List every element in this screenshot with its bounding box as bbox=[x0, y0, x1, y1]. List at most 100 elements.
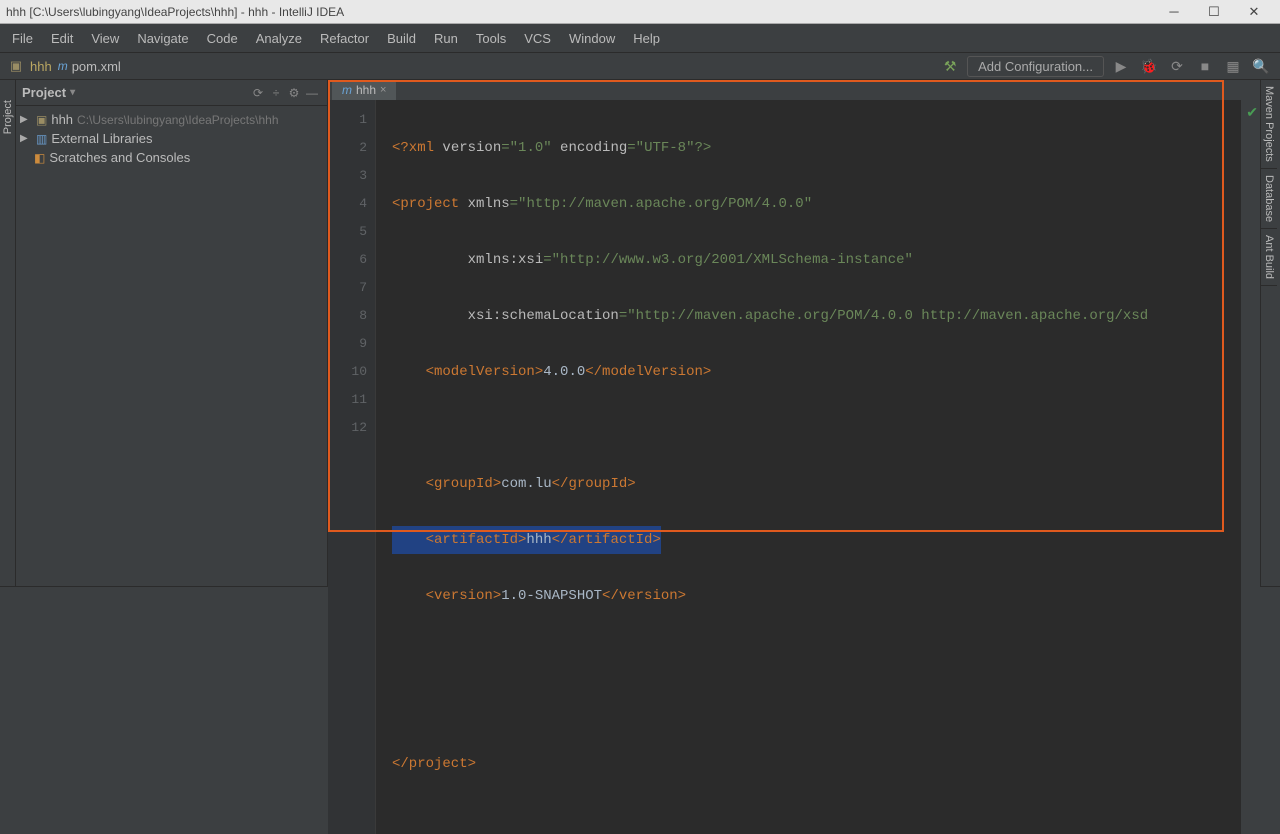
titlebar: hhh [C:\Users\lubingyang\IdeaProjects\hh… bbox=[0, 0, 1280, 24]
tree-external-libraries[interactable]: ▶ ▥ External Libraries bbox=[16, 129, 327, 148]
code-token: xmlns:xsi bbox=[392, 252, 543, 268]
breadcrumb-file[interactable]: m pom.xml bbox=[58, 59, 121, 74]
navigation-bar: ▣ hhh m pom.xml ⚒ Add Configuration... ▶… bbox=[0, 52, 1280, 80]
line-number: 5 bbox=[328, 218, 367, 246]
inspection-gutter: ✔ bbox=[1240, 100, 1260, 834]
project-structure-icon[interactable]: ▦ bbox=[1222, 55, 1244, 77]
code-token: xsi:schemaLocation bbox=[392, 308, 619, 324]
close-button[interactable]: ✕ bbox=[1234, 0, 1274, 24]
menu-view[interactable]: View bbox=[83, 29, 127, 48]
menu-code[interactable]: Code bbox=[199, 29, 246, 48]
editor-area: m hhh × 1 2 3 4 5 6 7 8 9 10 11 12 <?xml… bbox=[328, 80, 1260, 586]
code-token: ="http://maven.apache.org/POM/4.0.0" bbox=[510, 196, 812, 212]
line-number: 11 bbox=[328, 386, 367, 414]
code-content[interactable]: <?xml version="1.0" encoding="UTF-8"?> <… bbox=[376, 100, 1240, 834]
editor-tab-hhh[interactable]: m hhh × bbox=[332, 80, 396, 100]
line-number: 12 bbox=[328, 414, 367, 442]
ant-toolwindow-tab[interactable]: Ant Build bbox=[1261, 229, 1277, 286]
sidebar-title-label: Project bbox=[22, 85, 66, 100]
line-number: 7 bbox=[328, 274, 367, 302]
settings-gear-icon[interactable]: ⚙ bbox=[285, 84, 303, 102]
menu-build[interactable]: Build bbox=[379, 29, 424, 48]
project-sidebar: Project ▾ ⟳ ÷ ⚙ — ▶ ▣ hhh C:\Users\lubin… bbox=[16, 80, 328, 586]
code-token: 4.0.0 bbox=[543, 364, 585, 380]
project-tree: ▶ ▣ hhh C:\Users\lubingyang\IdeaProjects… bbox=[16, 106, 327, 171]
maven-icon: m bbox=[58, 59, 68, 73]
line-number: 3 bbox=[328, 162, 367, 190]
maximize-button[interactable]: ☐ bbox=[1194, 0, 1234, 24]
code-token: <modelVersion> bbox=[392, 364, 543, 380]
tree-external-label: External Libraries bbox=[51, 131, 152, 146]
sidebar-header: Project ▾ ⟳ ÷ ⚙ — bbox=[16, 80, 327, 106]
maven-toolwindow-tab[interactable]: Maven Projects bbox=[1261, 80, 1277, 169]
menu-edit[interactable]: Edit bbox=[43, 29, 81, 48]
menu-tools[interactable]: Tools bbox=[468, 29, 514, 48]
menu-file[interactable]: File bbox=[4, 29, 41, 48]
breadcrumb-file-label: pom.xml bbox=[72, 59, 121, 74]
stop-icon[interactable]: ■ bbox=[1194, 55, 1216, 77]
menu-refactor[interactable]: Refactor bbox=[312, 29, 377, 48]
folder-icon: ▣ bbox=[36, 113, 47, 127]
code-token: ="1.0" bbox=[501, 140, 560, 156]
code-token: </groupId> bbox=[552, 476, 636, 492]
tree-project-name: hhh bbox=[51, 112, 73, 127]
code-token: <artifactId> bbox=[392, 532, 526, 548]
menu-run[interactable]: Run bbox=[426, 29, 466, 48]
build-hammer-icon[interactable]: ⚒ bbox=[939, 55, 961, 77]
line-number: 4 bbox=[328, 190, 367, 218]
code-token: <?xml bbox=[392, 140, 442, 156]
right-toolwindow-strip: Maven Projects Database Ant Build bbox=[1260, 80, 1280, 586]
coverage-icon[interactable]: ⟳ bbox=[1166, 55, 1188, 77]
menu-window[interactable]: Window bbox=[561, 29, 623, 48]
database-toolwindow-tab[interactable]: Database bbox=[1261, 169, 1277, 229]
line-number: 1 bbox=[328, 106, 367, 134]
project-folder-icon: ▣ bbox=[8, 58, 24, 74]
menu-help[interactable]: Help bbox=[625, 29, 668, 48]
library-icon: ▥ bbox=[36, 132, 47, 146]
tree-scratches-label: Scratches and Consoles bbox=[49, 150, 190, 165]
scratches-icon: ◧ bbox=[34, 151, 45, 165]
titlebar-text: hhh [C:\Users\lubingyang\IdeaProjects\hh… bbox=[6, 5, 1154, 19]
debug-icon[interactable]: 🐞 bbox=[1138, 55, 1160, 77]
close-tab-icon[interactable]: × bbox=[380, 84, 386, 96]
menubar: File Edit View Navigate Code Analyze Ref… bbox=[0, 24, 1280, 52]
search-everywhere-icon[interactable]: 🔍 bbox=[1250, 55, 1272, 77]
tree-project-path: C:\Users\lubingyang\IdeaProjects\hhh bbox=[77, 113, 278, 127]
code-token: 1.0-SNAPSHOT bbox=[501, 588, 602, 604]
code-token: ="UTF-8"?> bbox=[627, 140, 711, 156]
code-token: com.lu bbox=[501, 476, 551, 492]
hide-icon[interactable]: — bbox=[303, 84, 321, 102]
menu-navigate[interactable]: Navigate bbox=[129, 29, 196, 48]
autoscroll-icon[interactable]: ⟳ bbox=[249, 84, 267, 102]
code-token: <groupId> bbox=[392, 476, 501, 492]
code-token: <version> bbox=[392, 588, 501, 604]
line-number: 9 bbox=[328, 330, 367, 358]
expand-arrow-icon[interactable]: ▶ bbox=[20, 133, 32, 144]
line-number: 2 bbox=[328, 134, 367, 162]
code-token: ="http://www.w3.org/2001/XMLSchema-insta… bbox=[543, 252, 913, 268]
code-token: </version> bbox=[602, 588, 686, 604]
line-number: 10 bbox=[328, 358, 367, 386]
menu-vcs[interactable]: VCS bbox=[516, 29, 559, 48]
line-number: 8 bbox=[328, 302, 367, 330]
left-toolwindow-strip: Project bbox=[0, 80, 16, 586]
code-token: hhh bbox=[526, 532, 551, 548]
collapse-icon[interactable]: ÷ bbox=[267, 84, 285, 102]
tree-project-root[interactable]: ▶ ▣ hhh C:\Users\lubingyang\IdeaProjects… bbox=[16, 110, 327, 129]
dropdown-icon[interactable]: ▾ bbox=[70, 87, 75, 98]
add-configuration-button[interactable]: Add Configuration... bbox=[967, 56, 1104, 77]
project-toolwindow-tab[interactable]: Project bbox=[2, 100, 14, 134]
maven-icon: m bbox=[342, 83, 352, 97]
code-editor[interactable]: 1 2 3 4 5 6 7 8 9 10 11 12 <?xml version… bbox=[328, 100, 1260, 834]
menu-analyze[interactable]: Analyze bbox=[248, 29, 310, 48]
line-number: 6 bbox=[328, 246, 367, 274]
breadcrumb-project[interactable]: hhh bbox=[30, 59, 52, 74]
run-icon[interactable]: ▶ bbox=[1110, 55, 1132, 77]
editor-tabbar: m hhh × bbox=[328, 80, 1260, 100]
tree-scratches[interactable]: ◧ Scratches and Consoles bbox=[16, 148, 327, 167]
minimize-button[interactable]: ─ bbox=[1154, 0, 1194, 24]
expand-arrow-icon[interactable]: ▶ bbox=[20, 114, 32, 125]
code-token: encoding bbox=[560, 140, 627, 156]
code-token: version bbox=[442, 140, 501, 156]
code-token: </project> bbox=[392, 756, 476, 772]
